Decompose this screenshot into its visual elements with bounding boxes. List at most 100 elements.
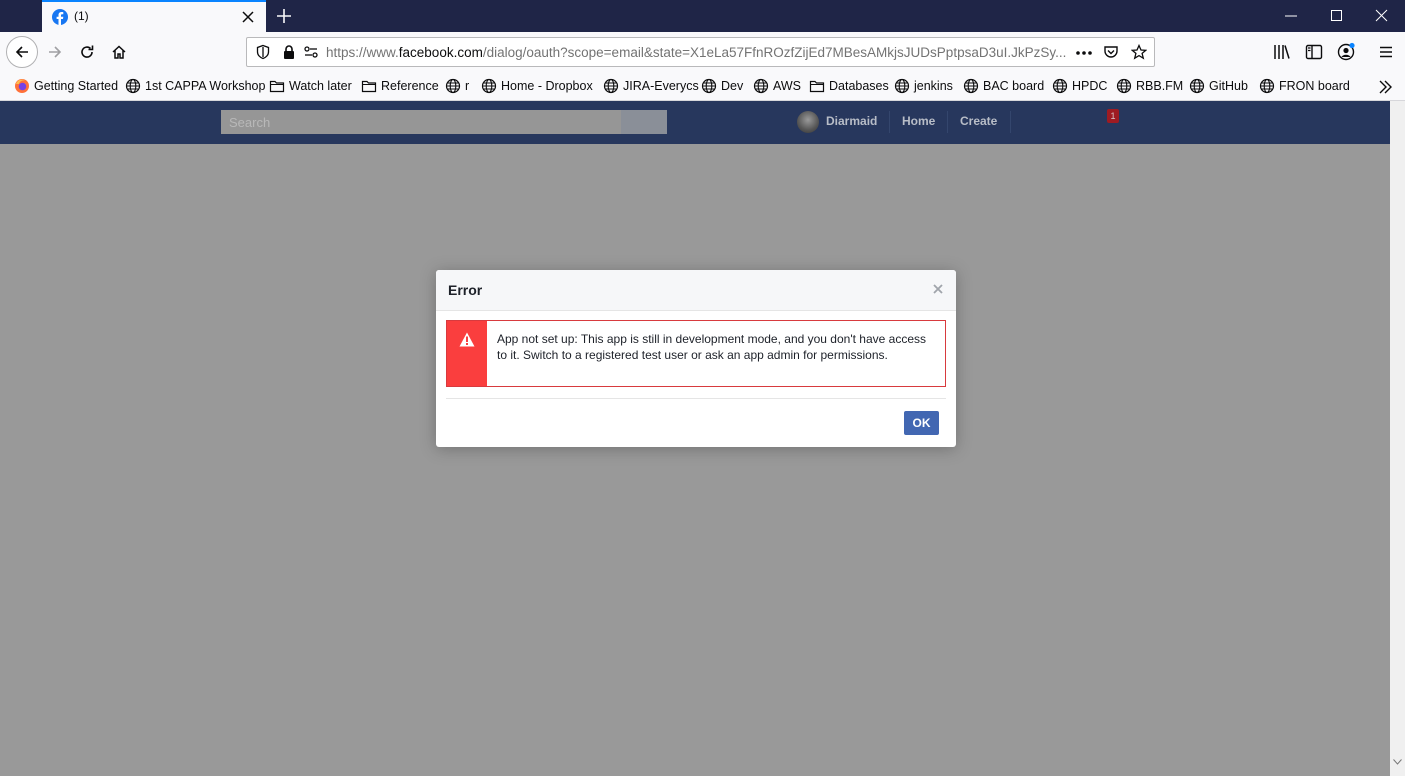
folder-icon <box>269 80 285 93</box>
divider <box>947 111 948 133</box>
tab-title: (1) <box>74 9 89 23</box>
profile-link[interactable]: Diarmaid <box>826 114 877 128</box>
bookmark-item[interactable]: Getting Started <box>14 77 118 95</box>
dialog-header: Error <box>436 270 956 311</box>
arrow-right-icon <box>49 46 62 58</box>
new-tab-icon[interactable] <box>274 6 294 26</box>
url-text[interactable]: https://www.facebook.com/dialog/oauth?sc… <box>326 45 1070 60</box>
bookmark-item[interactable]: GitHub <box>1189 77 1248 95</box>
bookmark-item[interactable]: jenkins <box>894 77 953 95</box>
pocket-icon[interactable] <box>1103 44 1119 60</box>
avatar[interactable] <box>797 111 819 133</box>
search-button[interactable] <box>621 110 667 134</box>
bookmark-label: GitHub <box>1209 79 1248 93</box>
page-actions-icon[interactable] <box>1075 50 1093 56</box>
bookmark-label: FRON board <box>1279 79 1350 93</box>
error-dialog: Error App not set up: This app is still … <box>436 270 956 447</box>
globe-icon <box>1116 78 1132 94</box>
scroll-down-icon[interactable] <box>1393 759 1402 765</box>
tab-strip: (1) <box>0 0 1405 32</box>
globe-icon <box>1052 78 1068 94</box>
reload-icon <box>81 45 94 58</box>
warning-icon <box>459 332 475 347</box>
bookmarks-toolbar: Getting Started 1st CAPPA Workshop Watch l… <box>0 72 1405 101</box>
close-window-icon <box>1375 9 1388 22</box>
permissions-icon[interactable] <box>303 44 319 60</box>
bookmark-item[interactable]: 1st CAPPA Workshop <box>125 77 265 95</box>
url-prefix: https://www. <box>326 45 399 60</box>
bookmark-label: RBB.FM <box>1136 79 1184 93</box>
minimize-button[interactable] <box>1268 0 1314 32</box>
bookmark-label: JIRA-Everycs <box>623 79 699 93</box>
bookmark-label: Databases <box>829 79 889 93</box>
maximize-icon <box>1331 10 1342 21</box>
close-icon[interactable] <box>930 281 946 297</box>
bookmark-item[interactable]: r <box>445 77 469 95</box>
globe-icon <box>1189 78 1205 94</box>
bookmark-label: AWS <box>773 79 802 93</box>
bookmark-item[interactable]: Databases <box>809 77 889 95</box>
back-button[interactable] <box>6 36 38 68</box>
account-icon[interactable] <box>1336 42 1356 62</box>
folder-icon <box>809 80 825 93</box>
bookmark-label: jenkins <box>914 79 953 93</box>
search-box[interactable] <box>221 110 667 134</box>
address-bar[interactable]: https://www.facebook.com/dialog/oauth?sc… <box>246 37 1155 67</box>
divider <box>446 398 946 399</box>
bookmark-label: Reference <box>381 79 439 93</box>
reload-button[interactable] <box>71 36 103 68</box>
url-domain: facebook.com <box>398 45 483 60</box>
search-input[interactable] <box>221 110 621 134</box>
bookmark-item[interactable]: BAC board <box>963 77 1044 95</box>
navigation-toolbar: https://www.facebook.com/dialog/oauth?sc… <box>0 32 1405 72</box>
scrollbar[interactable] <box>1390 101 1405 776</box>
tracking-shield-icon[interactable] <box>255 44 271 60</box>
ok-button[interactable]: OK <box>904 411 939 435</box>
arrow-left-icon <box>15 46 28 58</box>
bookmark-item[interactable]: Dev <box>701 77 743 95</box>
maximize-button[interactable] <box>1314 0 1360 32</box>
divider <box>1010 111 1011 133</box>
minimize-icon <box>1285 15 1297 17</box>
home-button[interactable] <box>103 36 135 68</box>
bookmark-label: r <box>465 79 470 93</box>
lock-icon[interactable] <box>281 44 297 60</box>
bookmark-item[interactable]: RBB.FM <box>1116 77 1183 95</box>
divider <box>889 111 890 133</box>
alert-icon-panel <box>447 321 487 386</box>
notification-badge[interactable]: 1 <box>1107 109 1119 123</box>
globe-icon <box>963 78 979 94</box>
globe-icon <box>894 78 910 94</box>
tab-facebook[interactable]: (1) <box>42 0 266 32</box>
bookmark-item[interactable]: Reference <box>361 77 439 95</box>
error-alert: App not set up: This app is still in dev… <box>446 320 946 387</box>
home-icon <box>112 45 126 59</box>
bookmark-label: Getting Started <box>34 79 119 93</box>
sidebar-icon[interactable] <box>1304 42 1324 62</box>
close-window-button[interactable] <box>1359 0 1405 32</box>
globe-icon <box>445 78 461 94</box>
globe-icon <box>125 78 141 94</box>
bookmark-item[interactable]: AWS <box>753 77 801 95</box>
bookmark-item[interactable]: FRON board <box>1259 77 1350 95</box>
error-message: App not set up: This app is still in dev… <box>497 332 926 362</box>
home-link[interactable]: Home <box>902 114 935 128</box>
folder-icon <box>361 80 377 93</box>
forward-button[interactable] <box>39 36 71 68</box>
bookmark-item[interactable]: HPDC <box>1052 77 1107 95</box>
library-icon[interactable] <box>1272 42 1292 62</box>
bookmark-item[interactable]: Home - Dropbox <box>481 77 593 95</box>
chevron-double-right-icon[interactable] <box>1377 79 1393 95</box>
bookmark-label: Dev <box>721 79 744 93</box>
bookmark-label: Watch later <box>289 79 352 93</box>
create-link[interactable]: Create <box>960 114 997 128</box>
globe-icon <box>481 78 497 94</box>
bookmark-star-icon[interactable] <box>1131 44 1147 60</box>
menu-icon[interactable] <box>1376 42 1396 62</box>
bookmark-item[interactable]: Watch later <box>269 77 352 95</box>
globe-icon <box>753 78 769 94</box>
dialog-title: Error <box>448 282 483 298</box>
url-path: /dialog/oauth?scope=email&state=X1eLa57F… <box>482 45 1067 60</box>
close-tab-icon[interactable] <box>238 7 258 27</box>
bookmark-item[interactable]: JIRA-Everycs <box>603 77 699 95</box>
